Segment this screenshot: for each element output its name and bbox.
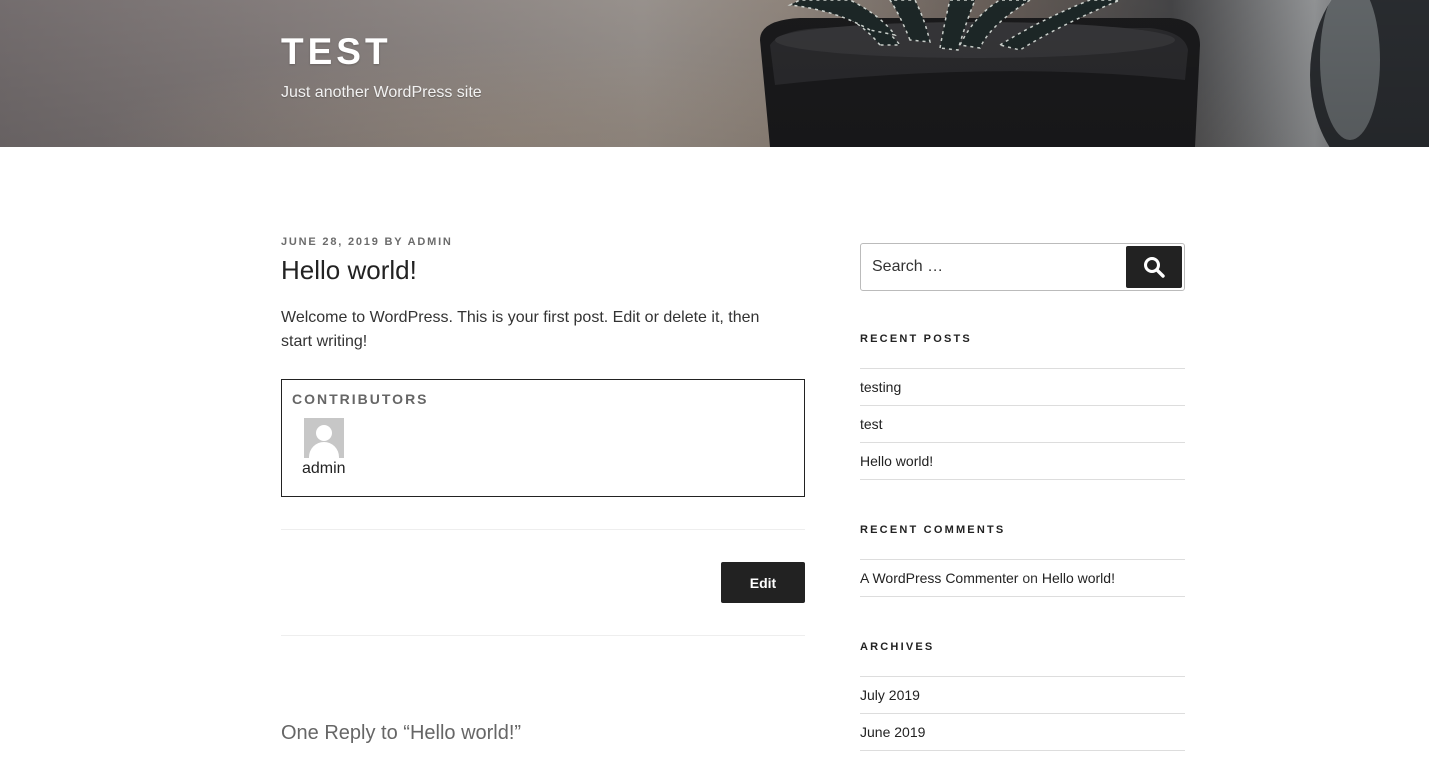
comment-on-label: on bbox=[1022, 570, 1038, 586]
post-title: Hello world! bbox=[281, 255, 417, 285]
edit-button[interactable]: Edit bbox=[721, 562, 805, 603]
by-label: BY bbox=[384, 236, 404, 248]
entry-meta: JUNE 28, 2019 BY ADMIN bbox=[281, 236, 805, 248]
recent-posts-widget: RECENT POSTS testing test Hello world! bbox=[860, 333, 1185, 480]
archive-link[interactable]: July 2019 bbox=[860, 687, 920, 703]
recent-posts-title: RECENT POSTS bbox=[860, 333, 972, 345]
list-item: test bbox=[860, 406, 1185, 443]
header-overlay bbox=[0, 0, 1429, 147]
site-description: Just another WordPress site bbox=[281, 84, 482, 101]
avatar bbox=[304, 418, 344, 458]
comments-title: One Reply to “Hello world!” bbox=[281, 722, 522, 744]
sidebar: RECENT POSTS testing test Hello world! R… bbox=[860, 243, 1185, 751]
contributors-box: CONTRIBUTORS admin bbox=[281, 379, 805, 497]
post-author-link[interactable]: ADMIN bbox=[408, 236, 453, 248]
contributors-heading: CONTRIBUTORS bbox=[292, 391, 429, 407]
search-button[interactable] bbox=[1126, 246, 1182, 288]
recent-comments-title: RECENT COMMENTS bbox=[860, 524, 1006, 536]
list-item: June 2019 bbox=[860, 714, 1185, 751]
list-item: Hello world! bbox=[860, 443, 1185, 480]
contributor-item[interactable]: admin bbox=[292, 418, 362, 478]
recent-comments-list: A WordPress Commenter on Hello world! bbox=[860, 559, 1185, 597]
archives-widget: ARCHIVES July 2019 June 2019 bbox=[860, 641, 1185, 751]
archives-title: ARCHIVES bbox=[860, 641, 935, 653]
site-title[interactable]: TEST bbox=[281, 32, 482, 72]
recent-post-link[interactable]: Hello world! bbox=[860, 453, 933, 469]
search-icon bbox=[1144, 257, 1165, 278]
site-branding: TEST Just another WordPress site bbox=[281, 32, 482, 102]
post-content: Welcome to WordPress. This is your first… bbox=[281, 309, 760, 350]
search-form bbox=[860, 243, 1185, 291]
comment-post-link[interactable]: Hello world! bbox=[1042, 570, 1115, 586]
post-date[interactable]: JUNE 28, 2019 bbox=[281, 236, 380, 248]
recent-comments-widget: RECENT COMMENTS A WordPress Commenter on… bbox=[860, 524, 1185, 597]
divider bbox=[281, 635, 805, 636]
archive-link[interactable]: June 2019 bbox=[860, 724, 925, 740]
list-item: testing bbox=[860, 369, 1185, 406]
main-content: JUNE 28, 2019 BY ADMIN Hello world! Welc… bbox=[281, 236, 805, 636]
recent-post-link[interactable]: testing bbox=[860, 379, 901, 395]
contributor-name[interactable]: admin bbox=[292, 460, 362, 478]
comment-author-link[interactable]: A WordPress Commenter bbox=[860, 570, 1018, 586]
search-input[interactable] bbox=[861, 244, 1123, 290]
recent-posts-list: testing test Hello world! bbox=[860, 368, 1185, 480]
archives-list: July 2019 June 2019 bbox=[860, 676, 1185, 751]
list-item: A WordPress Commenter on Hello world! bbox=[860, 560, 1185, 597]
site-header: TEST Just another WordPress site bbox=[0, 0, 1429, 147]
list-item: July 2019 bbox=[860, 677, 1185, 714]
recent-post-link[interactable]: test bbox=[860, 416, 883, 432]
edit-row: Edit bbox=[281, 530, 805, 635]
